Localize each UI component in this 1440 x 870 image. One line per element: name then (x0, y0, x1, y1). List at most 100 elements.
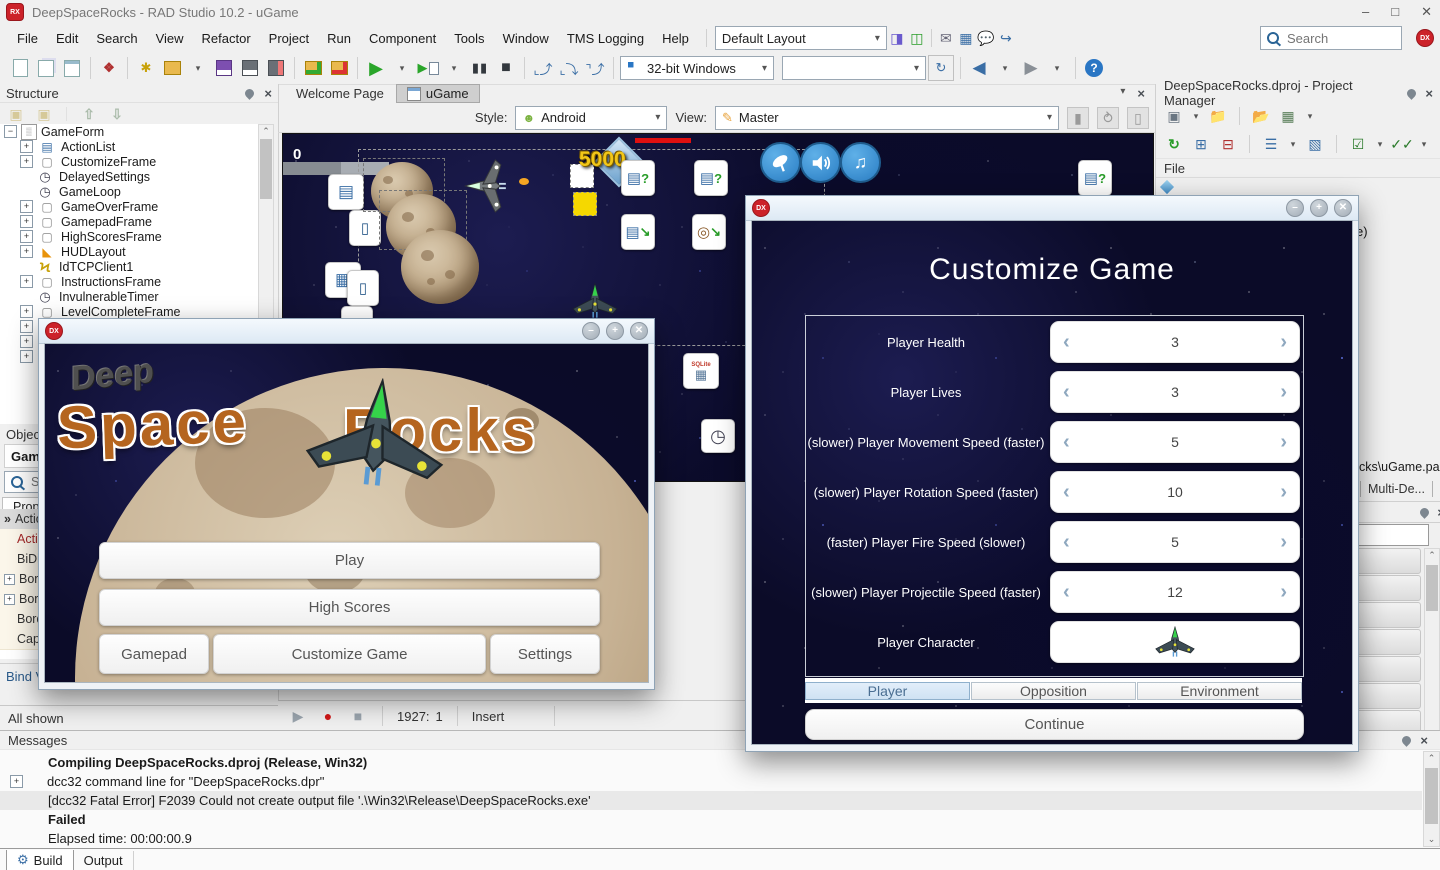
new-item-icon[interactable]: ✱ (134, 56, 158, 80)
device-component-icon[interactable]: ▯ (347, 270, 379, 306)
chevron-left-icon[interactable]: ‹ (1063, 332, 1070, 352)
menu-file[interactable]: File (8, 27, 47, 50)
maximize-icon[interactable]: □ (1391, 4, 1399, 20)
feedback-icon[interactable]: 💬 (976, 28, 996, 48)
bindings-list-icon[interactable]: ▤ (328, 174, 364, 210)
menu-tools[interactable]: Tools (445, 27, 493, 50)
tab-build[interactable]: ⚙ Build (6, 850, 74, 870)
refresh-devices-icon[interactable]: ↻ (928, 55, 954, 81)
minimize-icon[interactable]: – (1286, 199, 1304, 217)
player-character-picker[interactable] (1050, 621, 1300, 663)
build-groups-icon[interactable]: ▧ (1305, 134, 1325, 154)
expand-icon[interactable]: + (20, 245, 33, 258)
target-platform-combo[interactable]: 32-bit Windows ▾ (620, 56, 774, 80)
close-icon[interactable]: ✕ (630, 322, 648, 340)
menu-help[interactable]: Help (653, 27, 698, 50)
query-component-icon[interactable]: ▤? (621, 160, 655, 196)
new-project-icon[interactable]: ▣ (1164, 106, 1184, 126)
desktop-layout-combo[interactable]: Default Layout ▾ (715, 26, 887, 50)
navigate-back-icon[interactable]: ◀ (967, 56, 991, 80)
expand-icon[interactable]: + (20, 275, 33, 288)
sign-in-icon[interactable]: ↪ (996, 28, 1016, 48)
chevron-left-icon[interactable]: ‹ (1063, 432, 1070, 452)
target-component-icon[interactable]: ◎↘ (692, 214, 726, 250)
tab-multi-device-preview[interactable]: Multi-De... (1360, 481, 1433, 497)
delete-item-icon[interactable]: ▣ (34, 104, 54, 124)
music-button[interactable]: ♫ (840, 142, 881, 183)
message-row[interactable]: Failed (0, 810, 1422, 829)
player-health-spinner[interactable]: ‹ 3 › (1050, 321, 1300, 363)
menu-component[interactable]: Component (360, 27, 445, 50)
step-out-icon[interactable]: ⌝⤴ (583, 56, 607, 80)
continue-button[interactable]: Continue (805, 709, 1304, 740)
tab-output[interactable]: Output (74, 851, 134, 870)
rotate-device-icon[interactable]: ⥁ (1097, 107, 1119, 129)
navigate-forward-icon[interactable]: ▶ (1019, 56, 1043, 80)
mail-icon[interactable]: ✉ (936, 28, 956, 48)
project-group-row[interactable] (1156, 178, 1440, 196)
messages-scrollbar[interactable]: ⌃ ⌄ (1423, 751, 1440, 847)
pin-icon[interactable] (1406, 87, 1419, 100)
global-search-input[interactable] (1285, 30, 1375, 47)
message-row[interactable]: Elapsed time: 00:00:00.9 (0, 829, 1422, 848)
save-all-icon[interactable] (238, 56, 262, 80)
chevron-down-icon[interactable]: ▾ (1288, 134, 1298, 154)
expand-icon[interactable]: + (20, 350, 33, 363)
pin-icon[interactable] (1401, 734, 1414, 747)
close-icon[interactable]: × (1420, 733, 1428, 748)
device-component-icon[interactable]: ▯ (349, 210, 381, 246)
play-button[interactable]: Play (99, 542, 600, 579)
maximize-icon[interactable]: + (606, 322, 624, 340)
tree-item[interactable]: ◷GameLoop (20, 184, 121, 199)
remove-from-project-icon[interactable] (327, 56, 351, 80)
view-selector-icon[interactable]: ▦ (1278, 106, 1298, 126)
expand-icon[interactable]: + (20, 335, 33, 348)
fire-speed-spinner[interactable]: ‹ 5 › (1050, 521, 1300, 563)
menu-edit[interactable]: Edit (47, 27, 87, 50)
expand-icon[interactable]: + (20, 200, 33, 213)
scroll-down-icon[interactable]: ⌄ (1424, 833, 1439, 846)
rotation-speed-spinner[interactable]: ‹ 10 › (1050, 471, 1300, 513)
chevron-right-icon[interactable]: › (1280, 382, 1287, 402)
chevron-right-icon[interactable]: › (1280, 432, 1287, 452)
build-config-icon[interactable]: ☑ (1348, 134, 1368, 154)
save-icon[interactable] (212, 56, 236, 80)
customize-game-button[interactable]: Customize Game (213, 634, 486, 674)
open-file-icon[interactable] (34, 56, 58, 80)
run-icon[interactable]: ▶ (364, 56, 388, 80)
close-icon[interactable]: × (1425, 86, 1433, 101)
tab-environment[interactable]: Environment (1137, 682, 1302, 700)
settings-button[interactable]: Settings (490, 634, 600, 674)
sqlite-component-icon[interactable]: SQLite▦ (683, 353, 719, 389)
file-column-header[interactable]: File (1156, 159, 1440, 178)
step-into-icon[interactable]: ⌞⤵ (557, 56, 581, 80)
pause-icon[interactable]: ▮▮ (468, 56, 492, 80)
chevron-down-icon[interactable]: ▾ (1375, 134, 1385, 154)
game-window-titlebar[interactable]: DX – + ✕ (39, 319, 654, 344)
collapse-icon[interactable]: − (4, 125, 17, 138)
apply-layout-icon[interactable]: ◫ (907, 28, 927, 48)
close-icon[interactable]: × (264, 86, 272, 101)
new-item-icon[interactable]: ▣ (6, 104, 26, 124)
add-target-icon[interactable]: ⊞ (1191, 134, 1211, 154)
message-row[interactable]: Compiling DeepSpaceRocks.dproj (Release,… (0, 753, 1422, 772)
expand-icon[interactable]: + (20, 155, 33, 168)
tab-player[interactable]: Player (805, 682, 970, 700)
query-component-icon[interactable]: ▤? (694, 160, 728, 196)
style-combo[interactable]: ☻ Android ▾ (515, 106, 667, 130)
save-layout-icon[interactable]: ◨ (887, 28, 907, 48)
scroll-up-icon[interactable]: ⌃ (259, 125, 273, 138)
palette-category[interactable] (1353, 656, 1421, 682)
chevron-down-icon[interactable]: ▾ (186, 56, 210, 80)
move-up-icon[interactable]: ⇧ (79, 104, 99, 124)
menu-window[interactable]: Window (494, 27, 558, 50)
calendar-icon[interactable]: ▦ (956, 28, 976, 48)
tab-list-icon[interactable]: ▾ (1120, 86, 1125, 101)
movement-speed-spinner[interactable]: ‹ 5 › (1050, 421, 1300, 463)
menu-refactor[interactable]: Refactor (193, 27, 260, 50)
palette-category[interactable] (1353, 683, 1421, 709)
menu-view[interactable]: View (147, 27, 193, 50)
gamepad-button[interactable]: Gamepad (99, 634, 209, 674)
chevron-left-icon[interactable]: ‹ (1063, 382, 1070, 402)
minimize-icon[interactable]: – (582, 322, 600, 340)
